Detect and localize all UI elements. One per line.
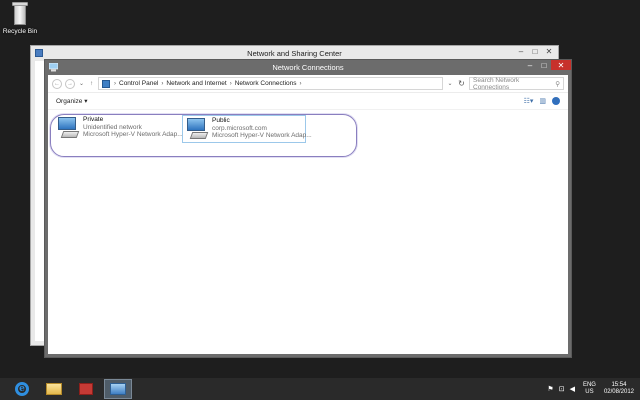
search-placeholder: Search Network Connections (473, 76, 520, 91)
connection-tile-private[interactable]: Private Unidentified network Microsoft H… (54, 115, 183, 143)
close-button[interactable]: ✕ (551, 60, 571, 70)
network-center-icon (35, 49, 43, 57)
maximize-button[interactable]: □ (528, 46, 542, 56)
network-connections-icon (48, 62, 59, 72)
command-bar: Organize ▾ ☷▾ ▥ ? (48, 93, 568, 110)
chevron-right-icon[interactable]: › (161, 81, 163, 87)
clock-time: 15:54 (611, 382, 627, 388)
breadcrumb-control-panel[interactable]: Control Panel (119, 80, 158, 87)
connection-name: Public (212, 117, 230, 124)
network-icon (110, 383, 126, 395)
recycle-bin-label: Recycle Bin (2, 28, 38, 35)
preview-pane-icon[interactable]: ▥ (539, 97, 546, 105)
recent-locations-chevron-icon[interactable]: ⌄ (78, 80, 85, 87)
clock[interactable]: 15:54 02/08/2012 (604, 382, 634, 396)
connection-adapter: Microsoft Hyper-V Network Adap... (83, 131, 183, 138)
minimize-button[interactable]: – (523, 60, 537, 70)
taskbar-internet-explorer[interactable]: e (8, 379, 36, 399)
window-title: Network and Sharing Center (247, 49, 342, 58)
chevron-right-icon[interactable]: › (114, 81, 116, 87)
network-connections-window[interactable]: Network Connections – □ ✕ ← → ⌄ ↑ › Cont… (44, 59, 572, 358)
connection-tile-public[interactable]: Public corp.microsoft.com Microsoft Hype… (182, 115, 312, 143)
flag-icon[interactable]: ⚑ (547, 385, 553, 393)
search-icon: ⚲ (555, 80, 560, 88)
taskbar: e ⚑ ⊡ ◀ ENG US 15:54 02/08/2012 (0, 378, 640, 400)
language-code: ENG (582, 382, 596, 388)
organize-label: Organize (56, 98, 83, 105)
organize-menu[interactable]: Organize ▾ (56, 97, 87, 105)
volume-icon[interactable]: ◀ (570, 385, 575, 393)
breadcrumb[interactable]: › Control Panel › Network and Internet ›… (98, 77, 443, 90)
address-bar: ← → ⌄ ↑ › Control Panel › Network and In… (48, 75, 568, 93)
address-dropdown-icon[interactable]: ⌄ (446, 80, 454, 87)
up-arrow-icon[interactable]: ↑ (88, 81, 95, 87)
connections-list: Private Unidentified network Microsoft H… (48, 110, 568, 350)
forward-arrow-icon[interactable]: → (65, 78, 75, 89)
maximize-button[interactable]: □ (537, 60, 551, 70)
chevron-right-icon[interactable]: › (300, 81, 302, 87)
minimize-button[interactable]: – (514, 46, 528, 56)
connection-status: Unidentified network (83, 123, 142, 131)
window-body: ← → ⌄ ↑ › Control Panel › Network and In… (48, 75, 568, 354)
back-arrow-icon[interactable]: ← (52, 78, 62, 89)
taskbar-network-connections[interactable] (104, 379, 132, 399)
taskbar-app[interactable] (72, 379, 100, 399)
refresh-icon[interactable]: ↻ (457, 79, 466, 88)
connection-name: Private (83, 116, 104, 123)
recycle-bin-shortcut[interactable]: Recycle Bin (2, 2, 38, 35)
window-title: Network Connections (272, 63, 344, 72)
window-titlebar[interactable]: Network Connections – □ ✕ (45, 60, 571, 75)
network-status-icon[interactable]: ⊡ (559, 385, 565, 393)
search-input[interactable]: Search Network Connections ⚲ (469, 76, 564, 91)
clock-date: 02/08/2012 (603, 389, 634, 395)
chevron-right-icon[interactable]: › (230, 81, 232, 87)
help-icon[interactable]: ? (552, 97, 560, 105)
connection-status: corp.microsoft.com (212, 124, 267, 132)
app-icon (79, 383, 93, 395)
internet-explorer-icon: e (15, 382, 29, 396)
recycle-bin-icon (11, 2, 29, 26)
chevron-down-icon: ▾ (84, 98, 88, 105)
network-adapter-icon (185, 117, 209, 141)
region-code: US (585, 389, 594, 395)
breadcrumb-network-connections[interactable]: Network Connections (235, 80, 297, 87)
breadcrumb-network-internet[interactable]: Network and Internet (166, 80, 226, 87)
close-button[interactable]: ✕ (542, 46, 556, 56)
folder-icon (46, 383, 62, 395)
system-tray: ⚑ ⊡ ◀ ENG US 15:54 02/08/2012 (547, 378, 634, 400)
connection-adapter: Microsoft Hyper-V Network Adap... (212, 132, 312, 139)
control-panel-icon (102, 79, 110, 88)
network-adapter-icon (56, 116, 80, 140)
taskbar-file-explorer[interactable] (40, 379, 68, 399)
language-indicator[interactable]: ENG US (583, 382, 596, 396)
change-view-icon[interactable]: ☷▾ (524, 97, 534, 105)
